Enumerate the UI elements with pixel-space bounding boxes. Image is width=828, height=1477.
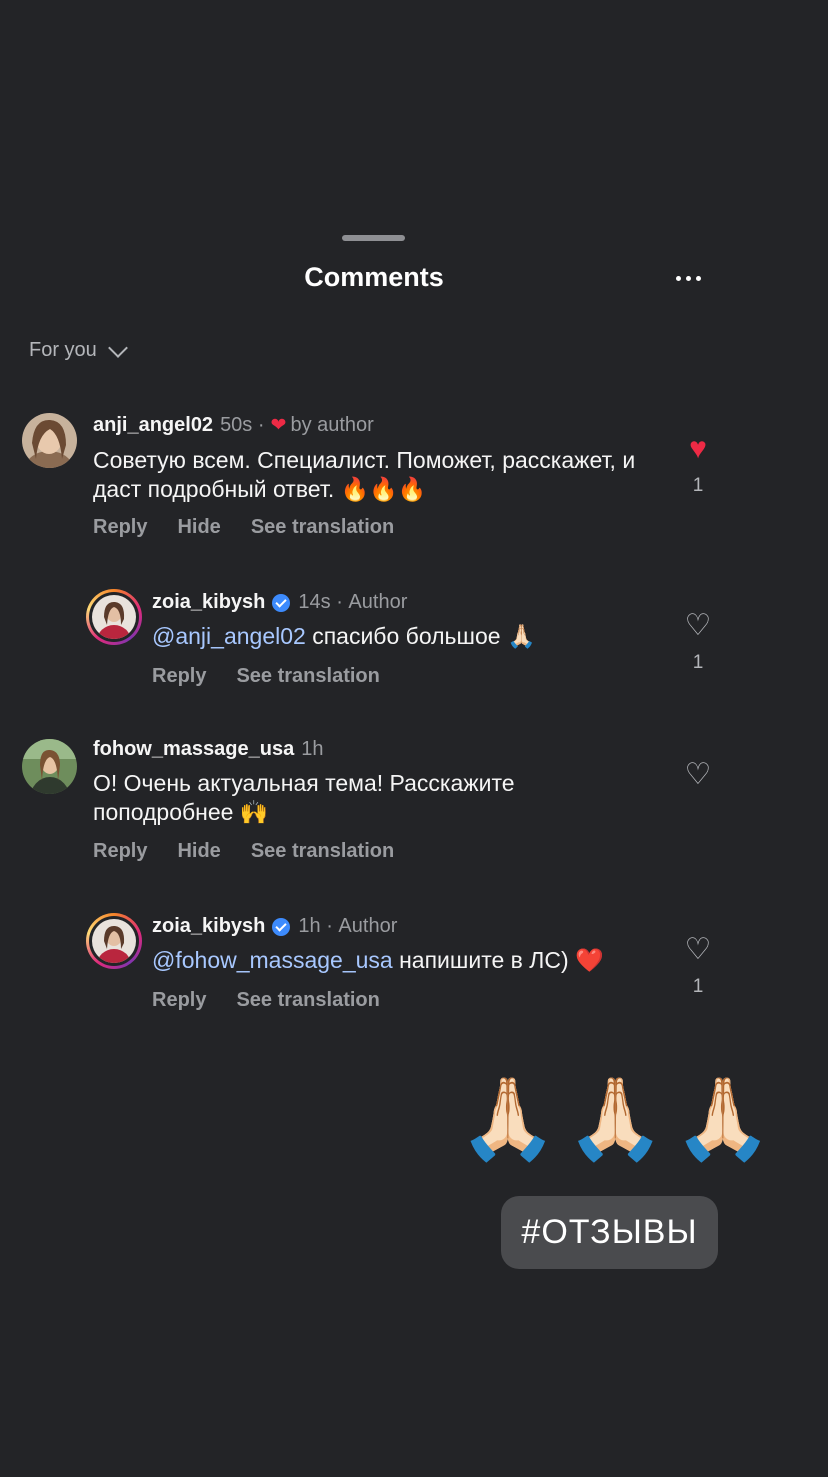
more-options-icon[interactable] xyxy=(676,268,708,288)
see-translation-button[interactable]: See translation xyxy=(251,840,394,863)
comment-username[interactable]: anji_angel02 xyxy=(93,414,213,437)
sheet-title: Comments xyxy=(304,262,444,292)
hide-button[interactable]: Hide xyxy=(177,840,220,863)
praying-hands-sticker: 🙏🏻🙏🏻🙏🏻 xyxy=(458,1074,781,1163)
sort-label: For you xyxy=(29,339,97,361)
liked-by-author-label: by author xyxy=(290,414,374,436)
comment-text: @fohow_massage_usa напишите в ЛС) ❤️ xyxy=(152,947,604,973)
comments-sheet: Comments For you anji_angel02 50s · ❤ by… xyxy=(0,0,828,1477)
reply-button[interactable]: Reply xyxy=(93,516,147,539)
like-count: 1 xyxy=(692,652,704,673)
see-translation-button[interactable]: See translation xyxy=(236,989,379,1012)
verified-badge-icon xyxy=(272,917,291,936)
comment-actions: Reply Hide See translation xyxy=(93,840,394,863)
comment-username[interactable]: zoia_kibysh xyxy=(152,915,265,938)
comment-meta: zoia_kibysh 14s · Author xyxy=(152,591,408,614)
reply-button[interactable]: Reply xyxy=(152,665,206,688)
heart-icon: ❤ xyxy=(270,415,287,436)
comment-text: Советую всем. Специалист. Поможет, расск… xyxy=(93,447,636,502)
hide-button[interactable]: Hide xyxy=(177,516,220,539)
comment-time: 50s xyxy=(220,414,253,436)
comment-actions: Reply See translation xyxy=(152,989,380,1012)
reply-button[interactable]: Reply xyxy=(152,989,206,1012)
comment-meta: fohow_massage_usa 1h xyxy=(93,738,323,761)
comment-text: @anji_angel02 спасибо большое 🙏🏻 xyxy=(152,623,536,649)
heart-outline-icon: ♡ xyxy=(684,758,712,791)
see-translation-button[interactable]: See translation xyxy=(236,665,379,688)
chevron-down-icon xyxy=(107,337,128,358)
hashtag-sticker[interactable]: #ОТЗЫВЫ xyxy=(501,1196,718,1269)
reply-button[interactable]: Reply xyxy=(93,840,147,863)
comment-actions: Reply See translation xyxy=(152,665,380,688)
avatar[interactable] xyxy=(86,913,142,969)
drag-handle[interactable] xyxy=(342,235,405,241)
heart-outline-icon: ♡ xyxy=(684,609,712,642)
comment-time: 1h xyxy=(301,738,324,760)
verified-badge-icon xyxy=(272,593,291,612)
avatar[interactable] xyxy=(86,589,142,645)
comment-text: О! Очень актуальная тема! Расскажите поп… xyxy=(93,770,515,825)
comment-meta: anji_angel02 50s · ❤ by author xyxy=(93,414,374,437)
heart-outline-icon: ♡ xyxy=(684,933,712,966)
avatar[interactable] xyxy=(22,413,77,468)
author-label: Author xyxy=(338,915,398,937)
heart-filled-icon: ♥ xyxy=(689,432,707,465)
like-button[interactable]: ♡ 1 xyxy=(678,934,718,998)
comment-username[interactable]: fohow_massage_usa xyxy=(93,738,294,761)
author-label: Author xyxy=(348,591,408,613)
comment-time: 14s xyxy=(298,591,331,613)
mention-link[interactable]: @fohow_massage_usa xyxy=(152,947,393,973)
see-translation-button[interactable]: See translation xyxy=(251,516,394,539)
avatar[interactable] xyxy=(22,739,77,794)
sort-dropdown[interactable]: For you xyxy=(29,337,128,362)
like-button[interactable]: ♡ xyxy=(678,759,718,791)
like-button[interactable]: ♥ 1 xyxy=(678,433,718,497)
like-count: 1 xyxy=(692,976,704,997)
like-count: 1 xyxy=(692,475,704,496)
comment-username[interactable]: zoia_kibysh xyxy=(152,591,265,614)
comment-meta: zoia_kibysh 1h · Author xyxy=(152,915,398,938)
comment-time: 1h xyxy=(298,915,321,937)
comment-actions: Reply Hide See translation xyxy=(93,516,394,539)
mention-link[interactable]: @anji_angel02 xyxy=(152,623,306,649)
like-button[interactable]: ♡ 1 xyxy=(678,610,718,674)
